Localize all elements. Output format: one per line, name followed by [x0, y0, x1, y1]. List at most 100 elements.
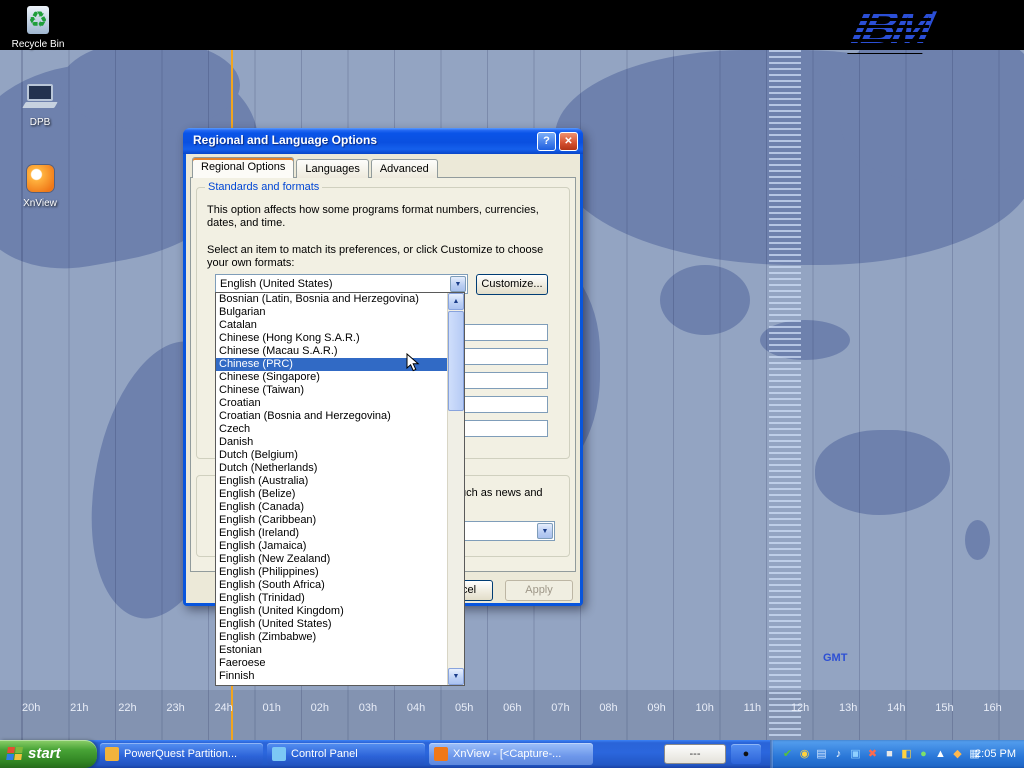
language-option[interactable]: Danish: [216, 436, 447, 449]
desktop-icon-recycle-bin[interactable]: ♻ Recycle Bin: [6, 4, 70, 50]
tray-icon-5[interactable]: ▣: [848, 747, 863, 762]
language-option[interactable]: English (Trinidad): [216, 592, 447, 605]
timezone-hour-label: 04h: [407, 702, 425, 714]
ibm-logo: IBM: [847, 0, 936, 54]
tray-icon-11[interactable]: ◆: [950, 747, 965, 762]
language-option[interactable]: Dutch (Netherlands): [216, 462, 447, 475]
timezone-hour-label: 14h: [887, 702, 905, 714]
timezone-hour-label: 22h: [118, 702, 136, 714]
task-button-2[interactable]: Control Panel: [267, 743, 425, 765]
tray-icon-8[interactable]: ◧: [899, 747, 914, 762]
language-option[interactable]: Finnish: [216, 670, 447, 683]
language-option[interactable]: Dutch (Belgium): [216, 449, 447, 462]
help-button[interactable]: ?: [537, 132, 556, 151]
desktop-icon-dpb[interactable]: DPB: [8, 82, 72, 128]
language-option[interactable]: English (New Zealand): [216, 553, 447, 566]
location-text-fragment: uch as news and: [460, 487, 543, 500]
language-option[interactable]: English (Ireland): [216, 527, 447, 540]
customize-button[interactable]: Customize...: [476, 274, 548, 295]
tray-icon-2[interactable]: ◉: [797, 747, 812, 762]
combobox-value: English (United States): [220, 278, 333, 290]
language-option[interactable]: Croatian (Bosnia and Herzegovina): [216, 410, 447, 423]
chevron-down-icon[interactable]: ▼: [450, 276, 466, 292]
timezone-hour-label: 09h: [647, 702, 665, 714]
language-option[interactable]: Bosnian (Latin, Bosnia and Herzegovina): [216, 293, 447, 306]
icon-label: DPB: [8, 117, 72, 128]
language-option[interactable]: English (Canada): [216, 501, 447, 514]
tray-icon-3[interactable]: ▤: [814, 747, 829, 762]
format-instruction-text: Select an item to match its preferences,…: [207, 244, 552, 270]
close-button[interactable]: ✕: [559, 132, 578, 151]
dialog-title: Regional and Language Options: [193, 133, 377, 147]
apply-button: Apply: [505, 580, 573, 601]
xnview-icon: [23, 163, 57, 195]
tray-icons: ✔◉▤♪▣✖■◧●▲◆▦: [780, 747, 982, 762]
language-option[interactable]: English (United Kingdom): [216, 605, 447, 618]
language-option[interactable]: Czech: [216, 423, 447, 436]
timezone-hour-label: 11h: [744, 702, 762, 714]
timezone-hour-label: 13h: [839, 702, 857, 714]
tab-advanced[interactable]: Advanced: [371, 159, 438, 178]
format-description-text: This option affects how some programs fo…: [207, 204, 552, 230]
language-option[interactable]: English (South Africa): [216, 579, 447, 592]
taskbar-misc-button[interactable]: ---: [664, 744, 726, 764]
language-option[interactable]: English (Belize): [216, 488, 447, 501]
task-icon: [272, 747, 286, 761]
language-option[interactable]: Bulgarian: [216, 306, 447, 319]
format-combobox[interactable]: English (United States) ▼: [215, 274, 468, 294]
timezone-hour-label: 01h: [263, 702, 281, 714]
windows-flag-icon: [6, 747, 23, 761]
top-brand-band: ♻ Recycle Bin IBM: [0, 0, 1024, 50]
scrollbar-thumb[interactable]: [448, 311, 464, 411]
scroll-down-icon[interactable]: ▼: [448, 668, 464, 685]
language-option[interactable]: English (United States): [216, 618, 447, 631]
gmt-label: GMT: [823, 652, 847, 664]
start-button[interactable]: start: [0, 740, 97, 768]
desktop-icon-xnview[interactable]: XnView: [8, 163, 72, 209]
timezone-hour-label: 15h: [935, 702, 953, 714]
system-tray: ✔◉▤♪▣✖■◧●▲◆▦ 2:05 PM: [770, 740, 1024, 768]
timezone-hour-label: 12h: [791, 702, 809, 714]
timezone-hour-label: 20h: [22, 702, 40, 714]
timezone-hour-label: 21h: [70, 702, 88, 714]
tray-icon-4[interactable]: ♪: [831, 747, 846, 762]
task-button-1[interactable]: PowerQuest Partition...: [100, 743, 263, 765]
language-option[interactable]: Chinese (Hong Kong S.A.R.): [216, 332, 447, 345]
tray-icon-10[interactable]: ▲: [933, 747, 948, 762]
tray-icon-6[interactable]: ✖: [865, 747, 880, 762]
language-dropdown-list: Bosnian (Latin, Bosnia and Herzegovina)B…: [215, 292, 465, 686]
taskbar-icon-button[interactable]: ●: [731, 744, 761, 764]
language-option[interactable]: Estonian: [216, 644, 447, 657]
language-option[interactable]: Catalan: [216, 319, 447, 332]
recycle-bin-icon: ♻: [21, 4, 55, 36]
language-option[interactable]: English (Philippines): [216, 566, 447, 579]
task-buttons: PowerQuest Partition...Control PanelXnVi…: [100, 743, 593, 765]
taskbar-clock[interactable]: 2:05 PM: [975, 740, 1016, 768]
language-option[interactable]: Faeroese: [216, 657, 447, 670]
timezone-ruler-band: [0, 690, 1024, 740]
scroll-up-icon[interactable]: ▲: [448, 293, 464, 310]
tray-icon-7[interactable]: ■: [882, 747, 897, 762]
tray-icon-9[interactable]: ●: [916, 747, 931, 762]
language-list-items: Bosnian (Latin, Bosnia and Herzegovina)B…: [216, 293, 447, 685]
chevron-down-icon[interactable]: ▼: [537, 523, 553, 539]
language-option[interactable]: English (Zimbabwe): [216, 631, 447, 644]
language-option[interactable]: English (Australia): [216, 475, 447, 488]
language-option[interactable]: Chinese (Taiwan): [216, 384, 447, 397]
group-title: Standards and formats: [205, 181, 322, 193]
laptop-icon: [23, 82, 57, 114]
task-icon: [105, 747, 119, 761]
language-option[interactable]: Croatian: [216, 397, 447, 410]
task-button-3[interactable]: XnView - [<Capture-...: [429, 743, 593, 765]
tab-regional-options[interactable]: Regional Options: [192, 157, 294, 178]
icon-label: XnView: [8, 198, 72, 209]
language-option[interactable]: English (Caribbean): [216, 514, 447, 527]
icon-label: Recycle Bin: [6, 39, 70, 50]
language-option[interactable]: English (Jamaica): [216, 540, 447, 553]
dialog-titlebar[interactable]: Regional and Language Options ? ✕: [183, 128, 583, 154]
tab-strip: Regional OptionsLanguagesAdvanced: [192, 158, 440, 178]
timezone-hour-label: 10h: [696, 702, 714, 714]
list-scrollbar[interactable]: ▲ ▼: [447, 293, 464, 685]
tray-icon-1[interactable]: ✔: [780, 747, 795, 762]
tab-languages[interactable]: Languages: [296, 159, 368, 178]
